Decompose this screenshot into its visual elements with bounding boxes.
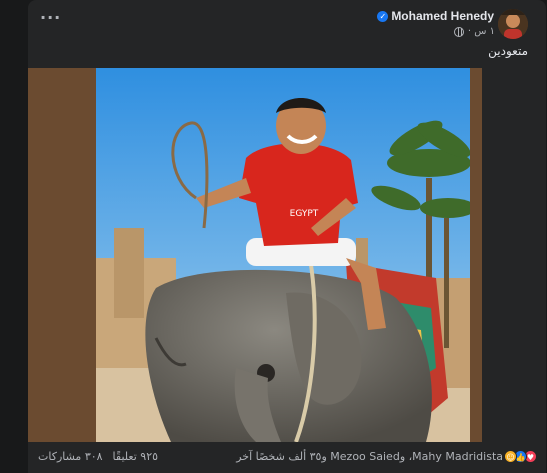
post-author[interactable]: ✓ Mohamed Henedy [377,9,494,23]
comments-count[interactable]: ٩٢٥ تعليقًا [113,450,158,463]
more-options-button[interactable]: ··· [40,10,61,26]
reactions-text[interactable]: Mahy Madridista، وMezoo Saied و٣٥ ألف شخ… [236,450,503,463]
post-time[interactable]: ١ س · [468,26,495,37]
globe-icon [453,26,464,37]
shares-count[interactable]: ٣٠٨ مشاركات [38,450,103,463]
post-photo[interactable]: EGYPT [96,68,470,442]
verified-badge-icon: ✓ [377,10,389,22]
post-meta: ١ س · [453,26,495,37]
author-name[interactable]: Mohamed Henedy [391,9,494,23]
avatar-image [498,9,528,39]
shirt-text: EGYPT [290,209,319,219]
avatar[interactable] [498,9,528,39]
post-caption: متعودين [488,44,528,58]
engagement-counts: ٩٢٥ تعليقًا ٣٠٨ مشاركات [38,450,158,463]
haha-icon: ☺ [504,450,517,463]
post-footer: ☺ 👍 ♥ Mahy Madridista، وMezoo Saied و٣٥ … [28,442,537,473]
reaction-icons[interactable]: ☺ 👍 ♥ [504,450,537,463]
reactions-summary[interactable]: ☺ 👍 ♥ Mahy Madridista، وMezoo Saied و٣٥ … [236,450,537,463]
elephant-rider-photo: EGYPT [96,68,470,442]
